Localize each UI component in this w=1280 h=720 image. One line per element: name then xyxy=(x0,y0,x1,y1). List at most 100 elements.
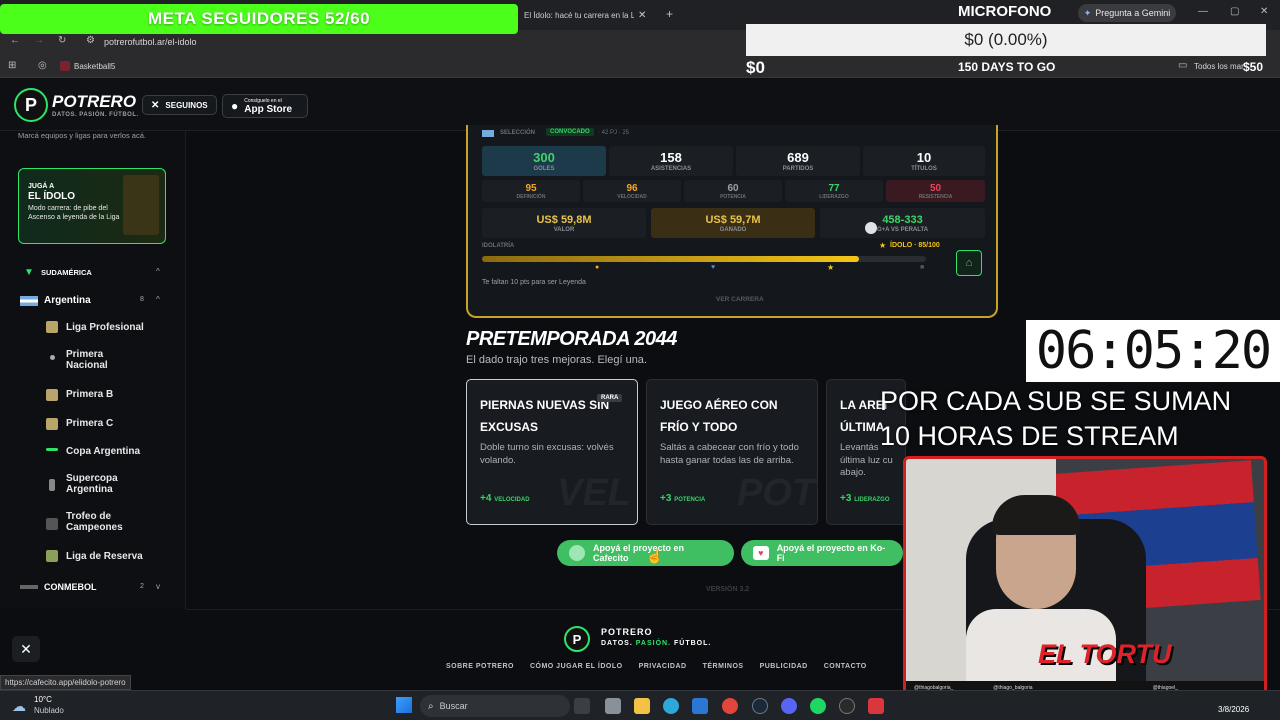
league-primera-b[interactable]: Primera B xyxy=(66,389,113,400)
sub-line-1: POR CADA SUB SE SUMAN xyxy=(880,386,1232,416)
all-bookmarks[interactable]: Todos los mar xyxy=(1194,62,1244,71)
attr-value: 95 xyxy=(525,182,537,194)
rarity-badge: RARA xyxy=(597,394,623,402)
version-label: VERSIÓN 3.2 xyxy=(706,586,750,593)
money-valor: US$ 59,8M VALOR xyxy=(482,208,646,238)
perk-gain: +3 POTENCIA xyxy=(660,493,705,504)
edge-icon[interactable] xyxy=(663,698,679,714)
start-icon[interactable] xyxy=(396,697,412,713)
favorites-hint: Marcá equipos y ligas para verlos acá. xyxy=(18,131,146,140)
discord-icon[interactable] xyxy=(781,698,797,714)
search-icon: ⌕ xyxy=(428,700,434,712)
rival-compare: 458-333 G+A VS PERALTA xyxy=(820,208,985,238)
potrero-logo-icon[interactable]: P xyxy=(14,88,48,122)
file-explorer-icon[interactable] xyxy=(634,698,650,714)
tag-datos: DATOS. xyxy=(601,640,633,647)
region-sudamerica[interactable]: SUDAMÉRICA xyxy=(41,268,92,277)
perk-gain-stat: VELOCIDAD xyxy=(494,497,530,503)
goal-target: $50 xyxy=(1243,60,1264,74)
weather-icon: ☁ xyxy=(12,698,26,714)
app-store-text: Consíguelo en el App Store xyxy=(244,98,292,115)
x-share-button[interactable]: ✕ xyxy=(12,636,40,662)
league-trofeo-campeones[interactable]: Trofeo de Campeones xyxy=(66,511,136,533)
league-copa-argentina[interactable]: Copa Argentina xyxy=(66,446,140,457)
trophy-icon xyxy=(46,518,58,530)
league-liga-profesional[interactable]: Liga Profesional xyxy=(66,322,144,333)
footer-link-como-jugar[interactable]: CÓMO JUGAR EL ÍDOLO xyxy=(530,663,623,670)
taskbar-search[interactable]: ⌕ Buscar xyxy=(420,695,570,717)
footer-link-sobre[interactable]: SOBRE POTRERO xyxy=(446,663,514,670)
browser-tab[interactable]: El Ídolo: hacé tu carrera en la Li ✕ xyxy=(518,4,658,26)
task-view-icon[interactable] xyxy=(574,698,590,714)
club-crest-icon xyxy=(865,222,877,234)
chevron-up-icon[interactable]: ^ xyxy=(156,267,160,276)
league-primera-nacional[interactable]: Primera Nacional xyxy=(66,349,136,371)
status-url: https://cafecito.app/elidolo-potrero xyxy=(0,675,131,690)
globe-icon[interactable]: ◎ xyxy=(38,60,47,71)
goal-days: 150 DAYS TO GO xyxy=(958,60,1056,74)
settings-icon[interactable] xyxy=(605,698,621,714)
footer-link-publicidad[interactable]: PUBLICIDAD xyxy=(760,663,808,670)
folder-icon: ▭ xyxy=(1178,60,1188,71)
stat-goles: 300 GOLES xyxy=(482,146,606,176)
clock-date[interactable]: 3/8/2026 xyxy=(1218,705,1249,714)
footer-link-terminos[interactable]: TÉRMINOS xyxy=(703,663,744,670)
follow-x-button[interactable]: ✕ SEGUINOS xyxy=(142,95,217,115)
attr-label: LIDERAZGO xyxy=(819,193,849,200)
perk-card[interactable]: VEL PIERNAS NUEVAS SIN EXCUSAS RARA Dobl… xyxy=(466,379,638,525)
obs-icon[interactable] xyxy=(839,698,855,714)
new-tab-icon[interactable]: + xyxy=(666,7,673,21)
app-store-button[interactable]: ● Consíguelo en el App Store xyxy=(222,94,308,118)
close-window-icon[interactable]: ✕ xyxy=(1260,6,1268,17)
chrome-icon[interactable] xyxy=(722,698,738,714)
footer-link-privacidad[interactable]: PRIVACIDAD xyxy=(639,663,687,670)
career-cart-icon[interactable]: ⌂ xyxy=(956,250,982,276)
bookmark-basketball[interactable]: Basketball5 xyxy=(74,62,115,71)
app-icon[interactable] xyxy=(868,698,884,714)
league-primera-c[interactable]: Primera C xyxy=(66,418,113,429)
minimize-icon[interactable]: — xyxy=(1198,6,1208,17)
steam-icon[interactable] xyxy=(752,698,768,714)
site-info-icon[interactable]: ⚙ xyxy=(86,35,95,46)
tab-title: El Ídolo: hacé tu carrera en la Li xyxy=(524,10,634,20)
bookmark-favicon-icon xyxy=(60,61,70,71)
country-argentina[interactable]: Argentina xyxy=(44,295,91,306)
store-icon[interactable] xyxy=(692,698,708,714)
gemini-button[interactable]: ✦ Pregunta a Gemini xyxy=(1078,4,1176,22)
maximize-icon[interactable]: ▢ xyxy=(1230,6,1239,17)
perk-card[interactable]: POT JUEGO AÉREO CON FRÍO Y TODO Saltás a… xyxy=(646,379,818,525)
attr-liderazgo: 77 LIDERAZGO xyxy=(785,180,883,202)
close-tab-icon[interactable]: ✕ xyxy=(638,10,646,21)
reload-icon[interactable]: ↻ xyxy=(58,35,66,46)
sub-line-2: 10 HORAS DE STREAM xyxy=(880,421,1179,451)
league-reserva[interactable]: Liga de Reserva xyxy=(66,551,143,562)
milestone-star-icon: ★ xyxy=(827,263,835,272)
back-icon[interactable]: ← xyxy=(10,35,20,46)
attr-potencia: 60 POTENCIA xyxy=(684,180,782,202)
chevron-down-icon[interactable]: v xyxy=(156,582,160,591)
url-field[interactable]: potrerofutbol.ar/el-idolo xyxy=(104,37,197,47)
stat-asistencias: 158 ASISTENCIAS xyxy=(609,146,733,176)
region-conmebol[interactable]: CONMEBOL xyxy=(44,582,97,592)
league-supercopa[interactable]: Supercopa Argentina xyxy=(66,473,136,495)
forward-icon[interactable]: → xyxy=(34,35,44,46)
perk-gain: +4 VELOCIDAD xyxy=(480,493,530,504)
perk-desc: Saltás a cabecear con frío y todo hasta … xyxy=(660,442,799,466)
spotify-icon[interactable] xyxy=(810,698,826,714)
idolo-promo-card[interactable]: JUGÁ A EL ÍDOLO Modo carrera: de pibe de… xyxy=(18,168,166,244)
ver-carrera-link[interactable]: VER CARRERA xyxy=(716,296,764,303)
coffee-icon xyxy=(569,545,585,561)
perk-gain: +3 LIDERAZGO xyxy=(840,493,890,504)
chevron-up-icon[interactable]: ^ xyxy=(156,295,160,304)
apps-icon[interactable]: ⊞ xyxy=(8,60,16,71)
follow-label: SEGUINOS xyxy=(165,100,208,110)
stat-partidos: 689 PARTIDOS xyxy=(736,146,860,176)
cup-icon xyxy=(49,479,55,491)
perk-title: PIERNAS NUEVAS SIN EXCUSAS xyxy=(480,398,610,434)
site-logo-name[interactable]: POTRERO xyxy=(52,92,136,112)
pretemporada-subtitle: El dado trajo tres mejoras. Elegí una. xyxy=(466,354,647,366)
follower-goal-banner: META SEGUIDORES 52/60 xyxy=(0,4,518,34)
footer-link-contacto[interactable]: CONTACTO xyxy=(824,663,867,670)
weather-temp[interactable]: 10°C xyxy=(34,695,52,704)
kofi-button[interactable]: ♥ Apoyá el proyecto en Ko-Fi xyxy=(741,540,903,566)
